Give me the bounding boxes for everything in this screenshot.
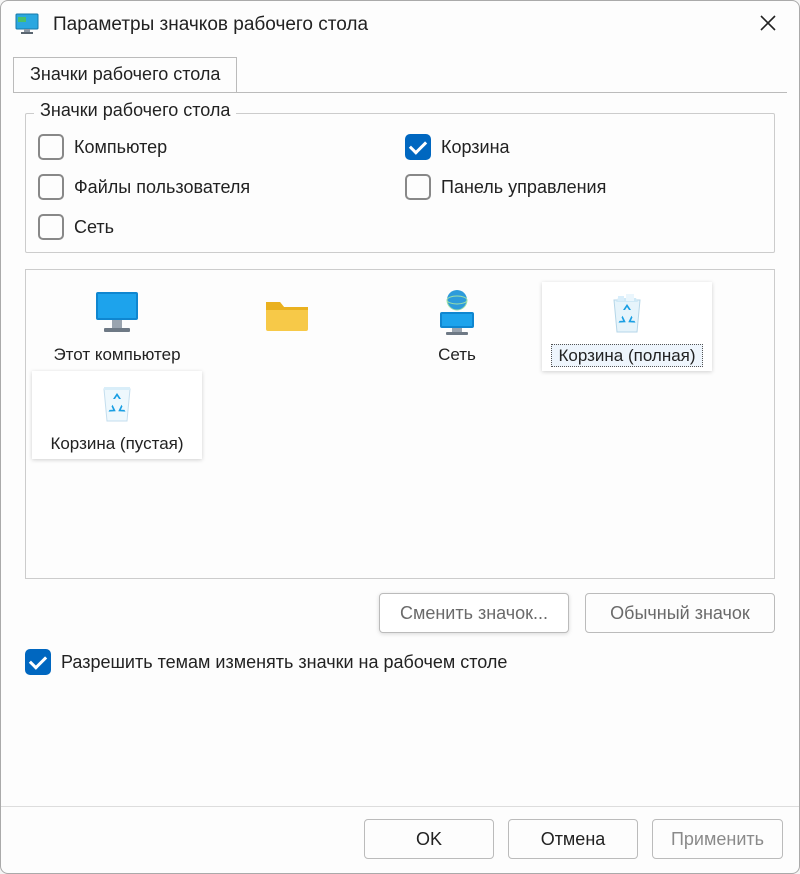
network-icon [430, 288, 484, 343]
checkbox-control-panel[interactable]: Панель управления [405, 174, 762, 200]
monitor-icon [90, 288, 144, 343]
checkbox-icon [405, 174, 431, 200]
icon-item-this-pc[interactable]: Этот компьютер [32, 282, 202, 371]
close-button[interactable] [751, 8, 785, 42]
checkbox-icon [38, 174, 64, 200]
checkbox-user-files[interactable]: Файлы пользователя [38, 174, 395, 200]
icon-caption: Корзина (полная) [551, 344, 702, 367]
apply-button[interactable]: Применить [652, 819, 783, 859]
tab-strip: Значки рабочего стола [13, 57, 799, 93]
icon-item-bin-empty[interactable]: Корзина (пустая) [32, 371, 202, 458]
content-area: Значки рабочего стола Компьютер Корзина … [13, 92, 787, 806]
icon-caption: Этот компьютер [47, 344, 186, 365]
folder-icon [260, 288, 314, 343]
checkbox-icon [25, 649, 51, 675]
icon-item-folder[interactable] [202, 282, 372, 371]
icon-item-bin-full[interactable]: Корзина (полная) [542, 282, 712, 371]
checkbox-label: Сеть [74, 217, 114, 238]
recycle-bin-full-icon [600, 288, 654, 343]
change-icon-button[interactable]: Сменить значок... [379, 593, 569, 633]
tab-desktop-icons[interactable]: Значки рабочего стола [13, 57, 237, 93]
group-label: Значки рабочего стола [34, 100, 236, 121]
allow-themes-checkbox[interactable]: Разрешить темам изменять значки на рабоч… [25, 649, 775, 675]
checkbox-label: Корзина [441, 137, 510, 158]
checkbox-icon [38, 134, 64, 160]
icon-caption: Корзина (пустая) [44, 433, 189, 454]
desktop-icon-settings-dialog: Параметры значков рабочего стола Значки … [0, 0, 800, 874]
checkbox-icon [405, 134, 431, 160]
cancel-button[interactable]: Отмена [508, 819, 638, 859]
titlebar: Параметры значков рабочего стола [1, 1, 799, 51]
checkbox-network[interactable]: Сеть [38, 214, 395, 240]
checkbox-label: Файлы пользователя [74, 177, 250, 198]
checkbox-recycle-bin[interactable]: Корзина [405, 134, 762, 160]
checkbox-icon [38, 214, 64, 240]
default-icon-button[interactable]: Обычный значок [585, 593, 775, 633]
icon-caption: Сеть [432, 344, 482, 365]
desktop-icons-group: Значки рабочего стола Компьютер Корзина … [25, 113, 775, 253]
checkbox-label: Компьютер [74, 137, 167, 158]
app-icon [15, 11, 41, 40]
checkbox-computer[interactable]: Компьютер [38, 134, 395, 160]
ok-button[interactable]: OK [364, 819, 494, 859]
icon-item-network[interactable]: Сеть [372, 282, 542, 371]
dialog-footer: OK Отмена Применить [1, 806, 799, 873]
checkbox-label: Разрешить темам изменять значки на рабоч… [61, 652, 507, 673]
icon-preview-list: Этот компьютер [25, 269, 775, 579]
recycle-bin-empty-icon [90, 377, 144, 432]
dialog-title: Параметры значков рабочего стола [53, 14, 368, 36]
checkbox-label: Панель управления [441, 177, 606, 198]
